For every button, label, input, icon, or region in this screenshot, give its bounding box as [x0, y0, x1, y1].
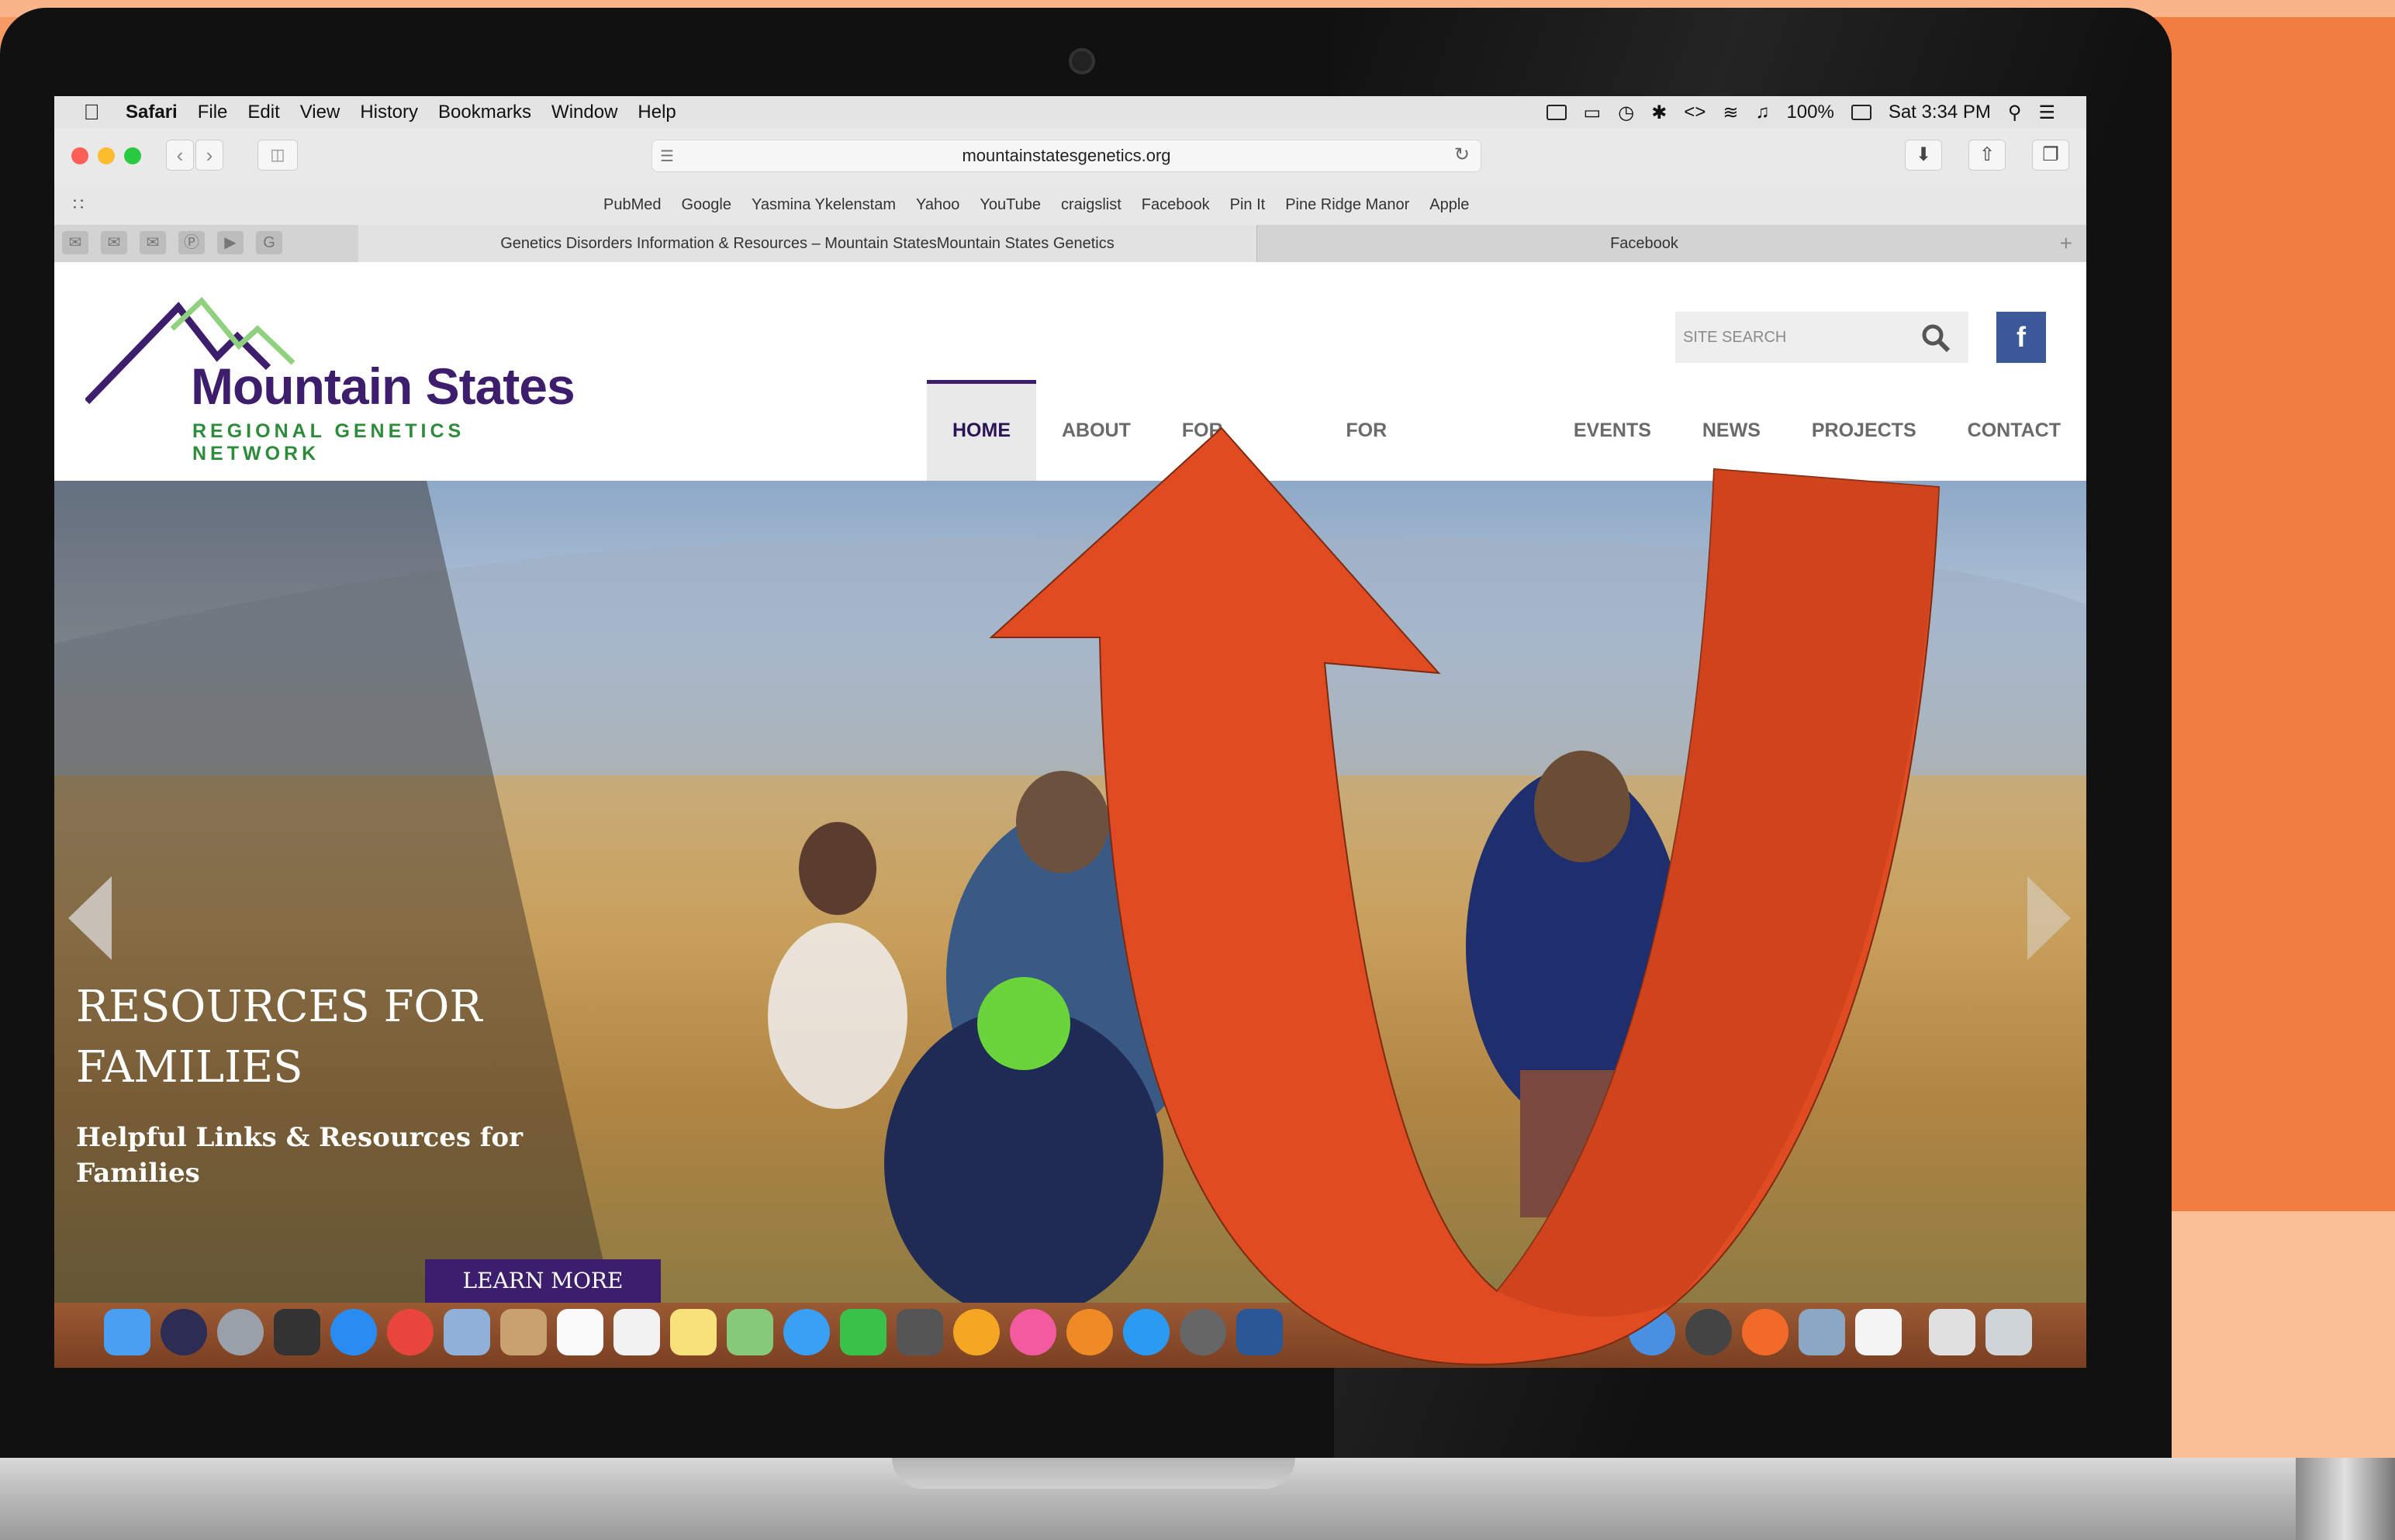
annotation-overlay [989, 426, 1941, 1366]
laptop-notch [892, 1458, 1295, 1489]
laptop-base-edge [2296, 1458, 2395, 1540]
